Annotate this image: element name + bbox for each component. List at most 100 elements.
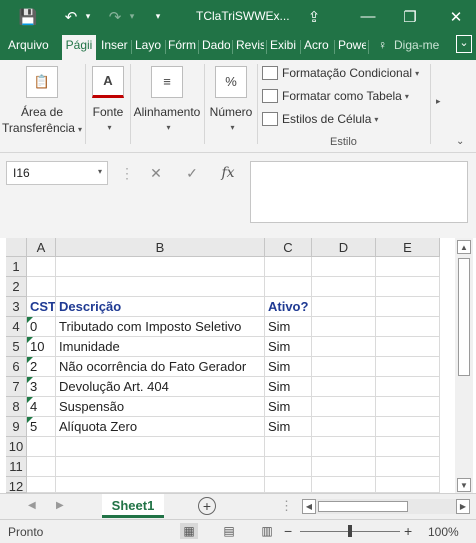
data-cell-ativo[interactable]: Sim [265, 357, 312, 377]
tab-arquivo[interactable]: Arquivo [8, 38, 49, 52]
tell-me-search[interactable]: Diga-me [394, 38, 448, 52]
add-sheet-icon[interactable]: + [198, 497, 216, 515]
row-header[interactable]: 9 [6, 417, 27, 437]
sheet-tab-sheet1[interactable]: Sheet1 [102, 494, 164, 518]
row-header[interactable]: 7 [6, 377, 27, 397]
cell[interactable] [376, 257, 440, 277]
cell[interactable] [376, 357, 440, 377]
cell[interactable] [376, 297, 440, 317]
collapse-ribbon-icon[interactable]: ⌄ [456, 136, 464, 147]
cell[interactable] [376, 477, 440, 493]
data-cell-descricao[interactable]: Tributado com Imposto Seletivo [56, 317, 265, 337]
cell[interactable] [376, 337, 440, 357]
row-header[interactable]: 2 [6, 277, 27, 297]
tab-split-grip-icon[interactable]: ⋮ [280, 498, 293, 514]
cancel-icon[interactable]: ✕ [144, 161, 168, 185]
sheet-next-icon[interactable]: ▶ [56, 500, 64, 511]
column-header-a[interactable]: A [27, 238, 56, 257]
data-cell-ativo[interactable]: Sim [265, 417, 312, 437]
zoom-out-icon[interactable]: − [284, 523, 292, 539]
cell[interactable] [376, 317, 440, 337]
ribbon-scroll-right-icon[interactable]: ▸ [436, 96, 441, 107]
column-header-d[interactable]: D [312, 238, 376, 257]
save-icon[interactable]: 💾 [16, 0, 40, 33]
cell[interactable] [312, 357, 376, 377]
page-break-view-icon[interactable]: ▥ [258, 523, 276, 539]
cell[interactable] [312, 277, 376, 297]
cell[interactable] [265, 477, 312, 493]
number-group[interactable]: % Número ▾ [206, 66, 256, 136]
data-cell-cst[interactable]: 2 [27, 357, 56, 377]
tab-pagina-inicial[interactable]: Págii [62, 35, 96, 60]
cell[interactable] [265, 257, 312, 277]
format-as-table-button[interactable]: Formatar como Tabela ▾ [262, 86, 409, 106]
qat-customize-icon[interactable]: ▾ [150, 0, 166, 33]
data-cell-cst[interactable]: 4 [27, 397, 56, 417]
undo-icon[interactable]: ↶ [60, 0, 82, 33]
cell[interactable] [376, 397, 440, 417]
cell[interactable] [56, 257, 265, 277]
scroll-left-icon[interactable]: ◀ [302, 499, 316, 514]
tab-revisao[interactable]: Revis [236, 38, 264, 52]
data-cell-ativo[interactable]: Sim [265, 337, 312, 357]
font-group[interactable]: A Fonte ▾ [86, 66, 130, 136]
data-cell-ativo[interactable]: Sim [265, 397, 312, 417]
cell[interactable] [376, 437, 440, 457]
cell[interactable] [27, 457, 56, 477]
data-cell-cst[interactable]: 5 [27, 417, 56, 437]
data-cell-ativo[interactable]: Sim [265, 317, 312, 337]
cell[interactable] [265, 277, 312, 297]
row-header[interactable]: 12 [6, 477, 27, 493]
horizontal-scrollbar[interactable]: ◀ ▶ [302, 499, 470, 514]
tab-inserir[interactable]: Inser [101, 38, 129, 52]
collapse-ribbon-icon[interactable]: ⌄ [456, 35, 472, 53]
tab-exibir[interactable]: Exibi [270, 38, 298, 52]
data-cell-cst[interactable]: 3 [27, 377, 56, 397]
row-header[interactable]: 1 [6, 257, 27, 277]
data-cell-descricao[interactable]: Devolução Art. 404 [56, 377, 265, 397]
formula-input[interactable] [250, 161, 468, 223]
cell[interactable] [312, 477, 376, 493]
enter-icon[interactable]: ✓ [180, 161, 204, 185]
data-cell-ativo[interactable]: Sim [265, 377, 312, 397]
insert-function-icon[interactable]: fx [214, 161, 242, 185]
zoom-level[interactable]: 100% [428, 525, 459, 539]
scroll-up-icon[interactable]: ▲ [457, 240, 471, 254]
undo-dropdown-icon[interactable]: ▾ [82, 0, 94, 33]
restore-icon[interactable]: ❐ [396, 0, 424, 33]
cell[interactable] [56, 477, 265, 493]
data-cell-descricao[interactable]: Imunidade [56, 337, 265, 357]
row-header[interactable]: 8 [6, 397, 27, 417]
row-header[interactable]: 10 [6, 437, 27, 457]
tab-dados[interactable]: Dado [202, 38, 230, 52]
cell[interactable] [312, 417, 376, 437]
cell-styles-button[interactable]: Estilos de Célula ▾ [262, 109, 378, 129]
sheet-prev-icon[interactable]: ◀ [28, 500, 36, 511]
scroll-right-icon[interactable]: ▶ [456, 499, 470, 514]
row-header[interactable]: 3 [6, 297, 27, 317]
cell[interactable] [312, 317, 376, 337]
cell[interactable] [312, 397, 376, 417]
tab-acrobat[interactable]: Acro [304, 38, 332, 52]
tab-layout[interactable]: Layo [135, 38, 163, 52]
cell[interactable] [27, 257, 56, 277]
data-cell-cst[interactable]: 10 [27, 337, 56, 357]
zoom-in-icon[interactable]: + [404, 523, 412, 539]
clipboard-group[interactable]: 📋 Área de Transferência ▾ [0, 66, 84, 138]
cell[interactable] [265, 457, 312, 477]
cell[interactable] [376, 417, 440, 437]
minimize-icon[interactable]: — [354, 0, 382, 33]
horizontal-scroll-thumb[interactable] [318, 501, 408, 512]
data-cell-descricao[interactable]: Alíquota Zero [56, 417, 265, 437]
data-cell-descricao[interactable]: Não ocorrência do Fato Gerador [56, 357, 265, 377]
cell[interactable] [312, 297, 376, 317]
column-header-c[interactable]: C [265, 238, 312, 257]
name-box[interactable]: I16 ▾ [6, 161, 108, 185]
cell[interactable] [376, 457, 440, 477]
header-cell-ativo[interactable]: Ativo? [265, 297, 312, 317]
data-cell-cst[interactable]: 0 [27, 317, 56, 337]
vertical-scrollbar[interactable]: ▲ ▼ [455, 238, 473, 493]
tab-power-pivot[interactable]: Powe [338, 38, 366, 52]
row-header[interactable]: 4 [6, 317, 27, 337]
row-header[interactable]: 11 [6, 457, 27, 477]
